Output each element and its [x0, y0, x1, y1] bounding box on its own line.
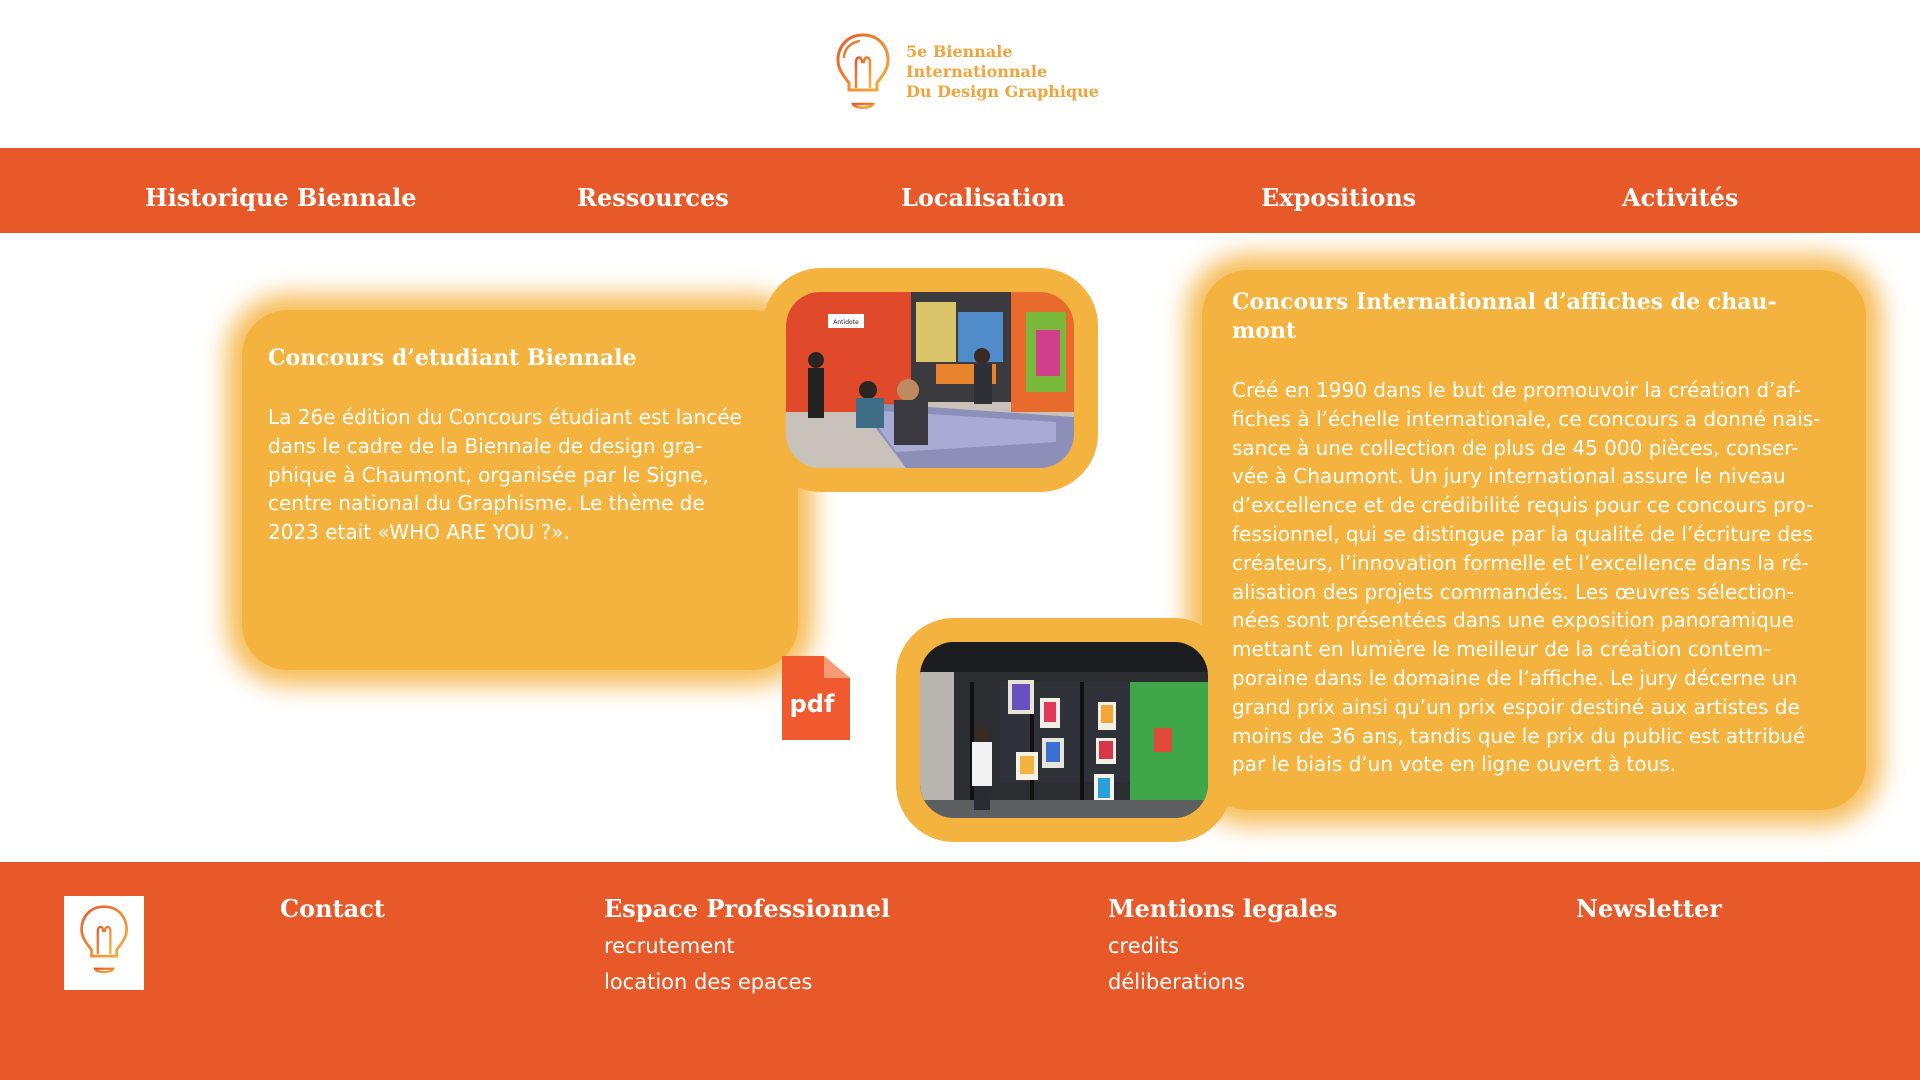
text-line: 2023 etait «WHO ARE YOU ?».	[268, 520, 570, 545]
footer-newsletter[interactable]: Newsletter	[1576, 894, 1722, 923]
text-line: vée à Chaumont. Un jury international as…	[1232, 464, 1786, 489]
footer-contact[interactable]: Contact	[280, 894, 385, 923]
text-line: alisation des projets commandés. Les œuv…	[1232, 579, 1794, 604]
main-nav: Historique Biennale Ressources Localisat…	[0, 148, 1920, 233]
text-line: fessionnel, qui se distingue par la qual…	[1232, 521, 1813, 546]
text-line: poraine dans le domaine de l’affiche. Le…	[1232, 665, 1798, 690]
nav-item-localisation[interactable]: Localisation	[901, 148, 1065, 233]
student-contest-text: La 26e édition du Concours étudiant est …	[268, 403, 788, 547]
text-line: par le biais d’un vote en ligne ouvert à…	[1232, 752, 1677, 777]
text-line: grand prix ainsi qu’un prix espoir desti…	[1232, 694, 1800, 719]
text-line: d’excellence et de crédibilité requis po…	[1232, 493, 1814, 518]
footer-link-location[interactable]: location des epaces	[604, 970, 812, 994]
footer-link-recrutement[interactable]: recrutement	[604, 934, 735, 958]
student-contest-title: Concours d’etudiant Biennale	[268, 345, 637, 371]
footer-link-deliberations[interactable]: déliberations	[1108, 970, 1245, 994]
text-line: sance à une collection de plus de 45 000…	[1232, 435, 1799, 460]
site-name-line: Internationnale	[906, 62, 1048, 81]
exhibition-photo-image: Antidote	[786, 292, 1074, 468]
lightbulb-icon	[80, 905, 128, 974]
text-line: phique à Chaumont, organisée par le Sign…	[268, 462, 709, 487]
footer-professional-heading: Espace Professionnel	[604, 894, 891, 923]
nav-item-historique[interactable]: Historique Biennale	[145, 148, 417, 233]
footer-link-credits[interactable]: credits	[1108, 934, 1179, 958]
text-line: fiches à l’échelle internationale, ce co…	[1232, 406, 1821, 431]
text-line: centre national du Graphisme. Le thème d…	[268, 491, 705, 516]
text-line: nées sont présentées dans une exposition…	[1232, 608, 1794, 633]
lightbulb-icon	[836, 33, 890, 109]
nav-item-ressources[interactable]: Ressources	[577, 148, 729, 233]
text-line: créateurs, l’innovation formelle et l’ex…	[1232, 550, 1809, 575]
nav-item-expositions[interactable]: Expositions	[1261, 148, 1416, 233]
footer-logo[interactable]	[64, 896, 144, 990]
site-logo[interactable]: 5e Biennale Internationnale Du Design Gr…	[834, 32, 1099, 112]
poster-contest-text: Créé en 1990 dans le but de promouvoir l…	[1232, 376, 1872, 779]
text-line: mettant en lumière le meilleur de la cré…	[1232, 637, 1771, 662]
site-name-line: Du Design Graphique	[906, 82, 1099, 101]
title-line: mont	[1232, 318, 1297, 344]
exhibit-sign-text: Antidote	[833, 319, 859, 326]
site-name: 5e Biennale Internationnale Du Design Gr…	[906, 42, 1099, 102]
exhibition-photo-posters	[920, 642, 1208, 818]
site-footer: Contact Espace Professionnel recrutement…	[0, 862, 1920, 1080]
exhibition-photo-students: Antidote	[786, 292, 1074, 468]
text-line: Créé en 1990 dans le but de promouvoir l…	[1232, 378, 1801, 402]
exhibition-photo-image	[920, 642, 1208, 818]
text-line: moins de 36 ans, tandis que le prix du p…	[1232, 723, 1806, 748]
text-line: dans le cadre de la Biennale de design g…	[268, 433, 703, 458]
pdf-label: pdf	[789, 690, 835, 718]
footer-legal-heading: Mentions legales	[1108, 894, 1338, 923]
site-name-line: 5e Biennale	[906, 42, 1013, 61]
title-line: Concours Internationnal d’affiches de ch…	[1232, 289, 1777, 315]
text-line: La 26e édition du Concours étudiant est …	[268, 405, 742, 429]
poster-contest-title: Concours Internationnal d’affiches de ch…	[1232, 288, 1777, 346]
nav-item-activites[interactable]: Activités	[1622, 148, 1738, 233]
pdf-download-icon[interactable]: pdf	[782, 656, 850, 740]
